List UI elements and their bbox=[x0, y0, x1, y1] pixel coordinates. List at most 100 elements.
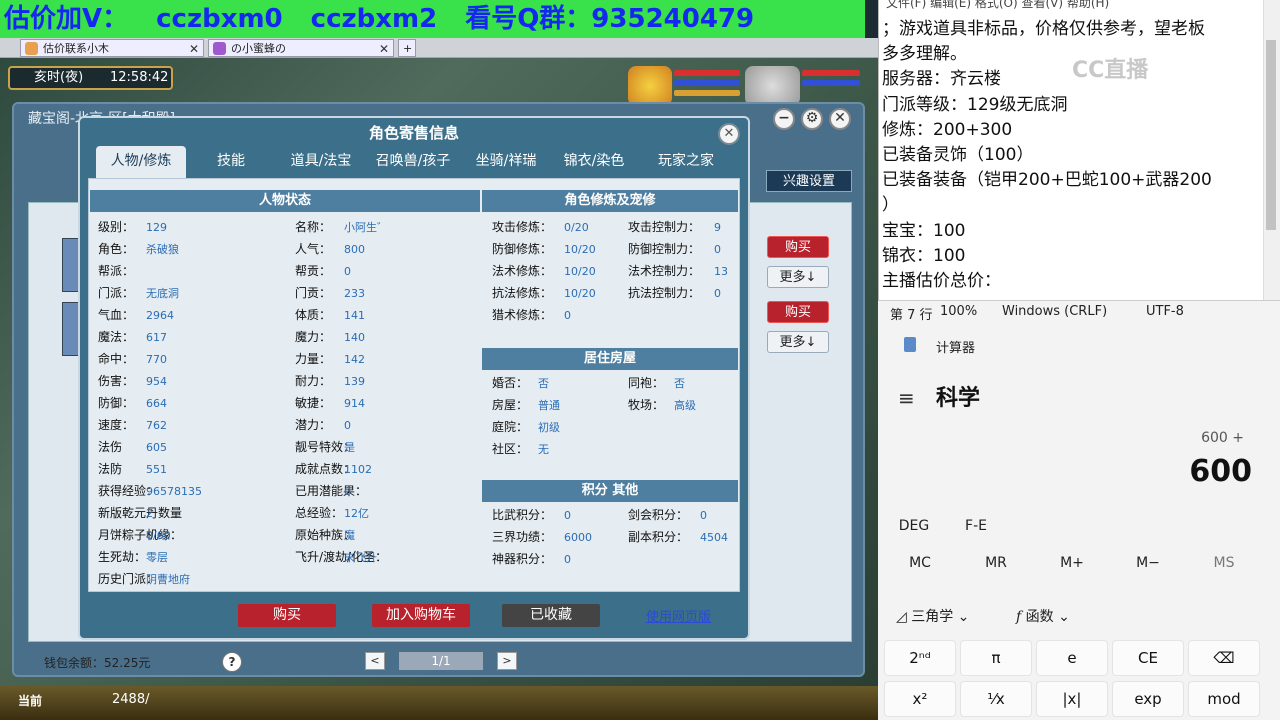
mem-clear-button[interactable]: MC bbox=[890, 555, 950, 571]
section-points: 积分 其他 bbox=[482, 480, 738, 502]
notepad-line: ） bbox=[882, 195, 899, 216]
tab-label: 估价联系小木 bbox=[43, 42, 109, 55]
tab-outfits[interactable]: 锦衣/染色 bbox=[552, 146, 636, 178]
hamburger-menu-icon[interactable]: ≡ bbox=[898, 386, 915, 410]
calculator-expression: 600 + bbox=[1201, 430, 1244, 446]
field-value: 魔 bbox=[344, 529, 355, 542]
new-tab-button[interactable]: + bbox=[398, 39, 416, 57]
calculator-title: 计算器 bbox=[936, 341, 976, 356]
tab-skills[interactable]: 技能 bbox=[196, 146, 266, 178]
wallet-balance: 钱包余额：52.25元 bbox=[44, 656, 151, 670]
field-value: 0 bbox=[714, 243, 721, 256]
mem-store-button[interactable]: MS bbox=[1194, 555, 1254, 571]
tab-character[interactable]: 人物/修炼 bbox=[96, 146, 186, 178]
field-value: 高级 bbox=[674, 399, 696, 412]
list-buy-button-1[interactable]: 购买 bbox=[767, 236, 829, 258]
field-value: 617 bbox=[146, 331, 167, 344]
field-label: 牧场： bbox=[628, 398, 665, 412]
field-label: 速度： bbox=[98, 418, 135, 432]
pet-portrait-icon[interactable] bbox=[745, 66, 800, 106]
field-value: 605 bbox=[146, 441, 167, 454]
field-value: 233 bbox=[344, 287, 365, 300]
browser-tab-1[interactable]: 估价联系小木 ✕ bbox=[20, 39, 204, 57]
mem-add-button[interactable]: M+ bbox=[1042, 555, 1102, 571]
list-more-button-1[interactable]: 更多↓ bbox=[767, 266, 829, 288]
next-page-button[interactable]: > bbox=[497, 652, 517, 670]
help-icon[interactable]: ? bbox=[222, 652, 242, 672]
notepad-line: 服务器：齐云楼 bbox=[882, 69, 1001, 90]
field-value: 1102 bbox=[344, 463, 372, 476]
tab-mounts[interactable]: 坐骑/祥瑞 bbox=[464, 146, 548, 178]
web-version-link[interactable]: 使用网页版 bbox=[646, 606, 711, 625]
calc-key[interactable]: exp bbox=[1112, 681, 1184, 717]
field-label: 角色： bbox=[98, 242, 135, 256]
field-value: 0 bbox=[564, 309, 571, 322]
field-label: 帮派： bbox=[98, 264, 135, 278]
field-value: 10/20 bbox=[564, 287, 596, 300]
calc-key[interactable]: mod bbox=[1188, 681, 1260, 717]
browser-tab-2[interactable]: の小蜜蜂の ✕ bbox=[208, 39, 394, 57]
tab-home[interactable]: 玩家之家 bbox=[642, 146, 730, 178]
calc-key[interactable]: ⌫ bbox=[1188, 640, 1260, 676]
chat-channel[interactable]: 当前 bbox=[18, 692, 42, 709]
browser-tabbar: 估价联系小木 ✕ の小蜜蜂の ✕ + bbox=[0, 38, 878, 58]
function-label: 函数 bbox=[1025, 609, 1054, 625]
field-label: 剑会积分： bbox=[628, 508, 689, 522]
notepad-line: 已装备灵饰（100） bbox=[882, 145, 1034, 165]
window-close-icon[interactable]: ✕ bbox=[829, 108, 851, 130]
scrollbar-thumb[interactable] bbox=[1266, 40, 1276, 230]
tab-favicon-icon bbox=[25, 42, 38, 55]
tab-close-icon[interactable]: ✕ bbox=[189, 40, 199, 56]
field-value: 0 bbox=[700, 509, 707, 522]
field-value: 初级 bbox=[538, 421, 560, 434]
field-label: 副本积分： bbox=[628, 530, 689, 544]
trig-label: 三角学 bbox=[911, 609, 954, 625]
list-more-button-2[interactable]: 更多↓ bbox=[767, 331, 829, 353]
calc-key[interactable]: |x| bbox=[1036, 681, 1108, 717]
field-value: 否 bbox=[674, 377, 685, 390]
field-label: 敏捷： bbox=[295, 396, 332, 410]
function-icon: f bbox=[1016, 609, 1026, 625]
field-value: 阴曹地府 bbox=[146, 573, 190, 586]
deg-toggle[interactable]: DEG bbox=[884, 518, 944, 534]
calc-key[interactable]: e bbox=[1036, 640, 1108, 676]
field-label: 已用潜能果： bbox=[295, 484, 368, 498]
list-buy-button-2[interactable]: 购买 bbox=[767, 301, 829, 323]
interest-settings-button[interactable]: 兴趣设置 bbox=[766, 170, 852, 192]
tab-items[interactable]: 道具/法宝 bbox=[280, 146, 362, 178]
character-portrait-icon[interactable] bbox=[628, 66, 672, 106]
function-dropdown[interactable]: f 函数 ⌄ bbox=[1016, 606, 1070, 626]
field-label: 力量： bbox=[295, 352, 332, 366]
settings-gear-icon[interactable]: ⚙ bbox=[801, 108, 823, 130]
field-label: 攻击修炼： bbox=[492, 220, 553, 234]
chevron-down-icon: ⌄ bbox=[1058, 609, 1070, 625]
calc-key[interactable]: 2ⁿᵈ bbox=[884, 640, 956, 676]
mem-recall-button[interactable]: MR bbox=[966, 555, 1026, 571]
dialog-buy-button[interactable]: 购买 bbox=[238, 604, 336, 627]
trig-dropdown[interactable]: ◿ 三角学 ⌄ bbox=[896, 606, 969, 626]
mem-sub-button[interactable]: M− bbox=[1118, 555, 1178, 571]
page-indicator: 1/1 bbox=[399, 652, 483, 670]
hp-bar bbox=[674, 70, 740, 76]
calc-key[interactable]: π bbox=[960, 640, 1032, 676]
fe-toggle[interactable]: F-E bbox=[946, 518, 1006, 534]
minimize-icon[interactable]: − bbox=[773, 108, 795, 130]
status-position: 第 7 行 bbox=[890, 308, 933, 323]
field-value: 0 bbox=[714, 287, 721, 300]
add-to-cart-button[interactable]: 加入购物车 bbox=[372, 604, 470, 627]
dialog-close-icon[interactable]: ✕ bbox=[718, 123, 740, 145]
tab-pets[interactable]: 召唤兽/孩子 bbox=[366, 146, 460, 178]
favorited-button[interactable]: 已收藏 bbox=[502, 604, 600, 627]
notepad-line: 门派等级：129级无底洞 bbox=[882, 94, 1068, 115]
prev-page-button[interactable]: < bbox=[365, 652, 385, 670]
calc-key[interactable]: x² bbox=[884, 681, 956, 717]
field-label: 潜力： bbox=[295, 418, 332, 432]
field-value: 零层 bbox=[146, 551, 168, 564]
tab-close-icon[interactable]: ✕ bbox=[379, 40, 389, 56]
calc-key[interactable]: CE bbox=[1112, 640, 1184, 676]
calc-key[interactable]: ¹⁄x bbox=[960, 681, 1032, 717]
notepad-line: 宝宝：100 bbox=[882, 220, 966, 241]
calculator-mode: 科学 bbox=[936, 386, 981, 411]
field-value: 0 bbox=[344, 419, 351, 432]
notepad-menubar[interactable]: 文件(F) 编辑(E) 格式(O) 查看(V) 帮助(H) bbox=[886, 0, 1109, 11]
